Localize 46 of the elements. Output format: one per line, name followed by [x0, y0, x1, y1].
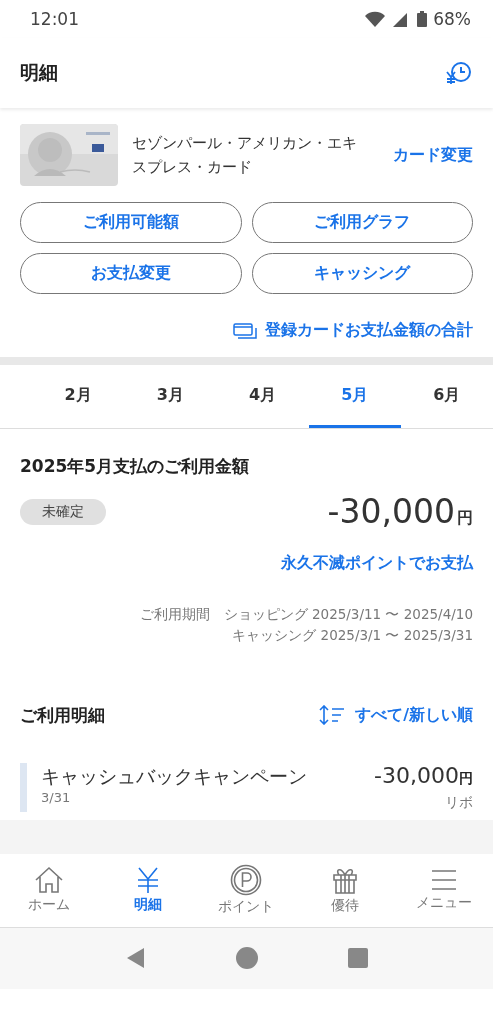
month-tab[interactable]: 3月 — [124, 365, 217, 428]
transaction-date: 3/31 — [41, 790, 72, 806]
sort-button[interactable]: すべて/新しい順 — [355, 704, 473, 726]
menu-icon — [429, 868, 458, 893]
currency-unit: 円 — [457, 508, 473, 529]
item-accent-bar — [20, 762, 27, 812]
battery-icon — [417, 11, 428, 27]
action-button[interactable]: キャッシング — [251, 253, 473, 294]
point-coin-icon — [230, 864, 263, 897]
card-name: セゾンパール・アメリカン・エキスプレス・カード — [132, 133, 358, 178]
home-circle-icon[interactable] — [235, 947, 258, 970]
action-button[interactable]: ご利用可能額 — [20, 202, 242, 243]
change-card-link[interactable]: カード変更 — [393, 144, 473, 166]
payment-method: リボ — [445, 793, 473, 812]
clock: 12:01 — [30, 9, 79, 29]
nav-tab[interactable]: ホーム — [0, 853, 99, 927]
page-title: 明細 — [20, 60, 58, 85]
wifi-icon — [365, 11, 386, 27]
nav-tab[interactable]: メニュー — [394, 853, 493, 927]
period-range: キャッシング 2025/3/1 〜 2025/3/31 — [231, 625, 473, 645]
month-tab[interactable]: 5月 — [308, 365, 401, 428]
nav-tab[interactable]: ポイント — [197, 853, 296, 927]
action-button[interactable]: お支払変更 — [20, 253, 242, 294]
nav-tab[interactable]: 明細 — [98, 853, 198, 927]
summary-title: 2025年5月支払のご利用金額 — [20, 455, 251, 478]
yen-history-icon[interactable] — [445, 60, 473, 86]
total-payment-link[interactable]: 登録カードお支払金額の合計 — [265, 320, 473, 341]
back-icon[interactable] — [125, 947, 146, 970]
cards-icon — [233, 322, 257, 339]
nav-tab[interactable]: 優待 — [295, 853, 395, 927]
transaction-amount: -30,000 — [374, 762, 459, 788]
transaction-name[interactable]: キャッシュバックキャンペーン — [41, 762, 311, 791]
details-title: ご利用明細 — [20, 703, 105, 727]
points-payment-link[interactable]: 永久不滅ポイントでお支払 — [281, 553, 473, 574]
month-tab[interactable]: 2月 — [32, 365, 125, 428]
recents-icon[interactable] — [347, 948, 368, 969]
month-tab[interactable]: 6月 — [400, 365, 493, 428]
period-range: ショッピング 2025/3/11 〜 2025/4/10 — [223, 605, 473, 624]
total-amount: -30,000 — [327, 492, 455, 531]
sort-icon — [319, 705, 346, 726]
battery-level: 68% — [433, 9, 471, 29]
month-tab[interactable]: 4月 — [216, 365, 309, 428]
period-label: ご利用期間 — [139, 605, 210, 624]
status-badge: 未確定 — [20, 498, 106, 525]
currency-unit: 円 — [459, 769, 473, 786]
action-button[interactable]: ご利用グラフ — [251, 202, 473, 243]
